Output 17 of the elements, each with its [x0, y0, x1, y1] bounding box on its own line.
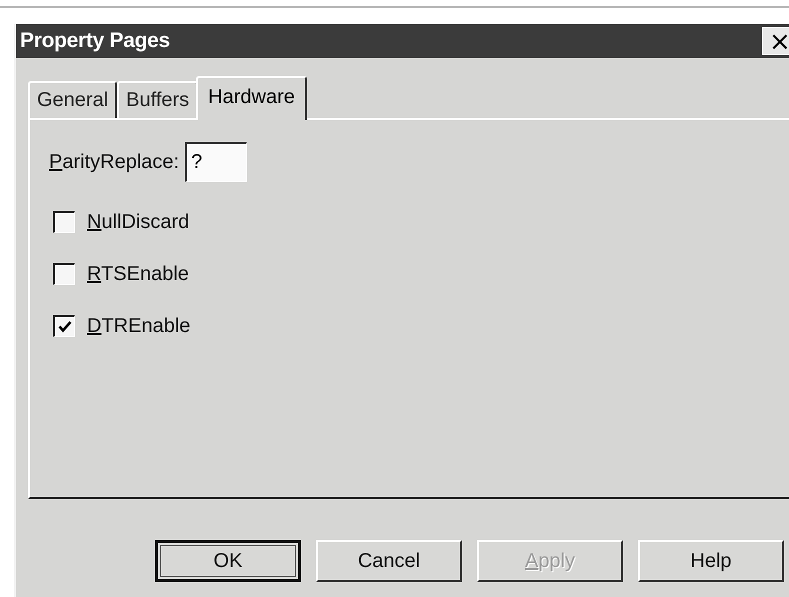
checkbox-label: NullDiscard: [87, 210, 190, 234]
dialog-button[interactable]: Cancel: [316, 540, 462, 582]
tab[interactable]: General: [28, 81, 118, 118]
checkbox[interactable]: [53, 315, 75, 337]
close-button[interactable]: ×: [762, 27, 789, 55]
parity-replace-field[interactable]: ?: [185, 142, 248, 182]
field-label: ParityReplace:: [49, 150, 180, 174]
checkbox[interactable]: [53, 263, 75, 285]
checkbox-label: DTREnable: [87, 314, 190, 338]
check-icon: [58, 320, 72, 334]
tab[interactable]: Hardware: [196, 76, 307, 120]
window-title: Property Pages: [20, 29, 170, 53]
dialog-button[interactable]: Help: [638, 540, 784, 582]
tab[interactable]: Buffers: [117, 81, 198, 118]
checkbox-label: RTSEnable: [87, 262, 189, 286]
checkbox[interactable]: [53, 211, 75, 233]
dialog-button[interactable]: OK: [155, 540, 301, 582]
